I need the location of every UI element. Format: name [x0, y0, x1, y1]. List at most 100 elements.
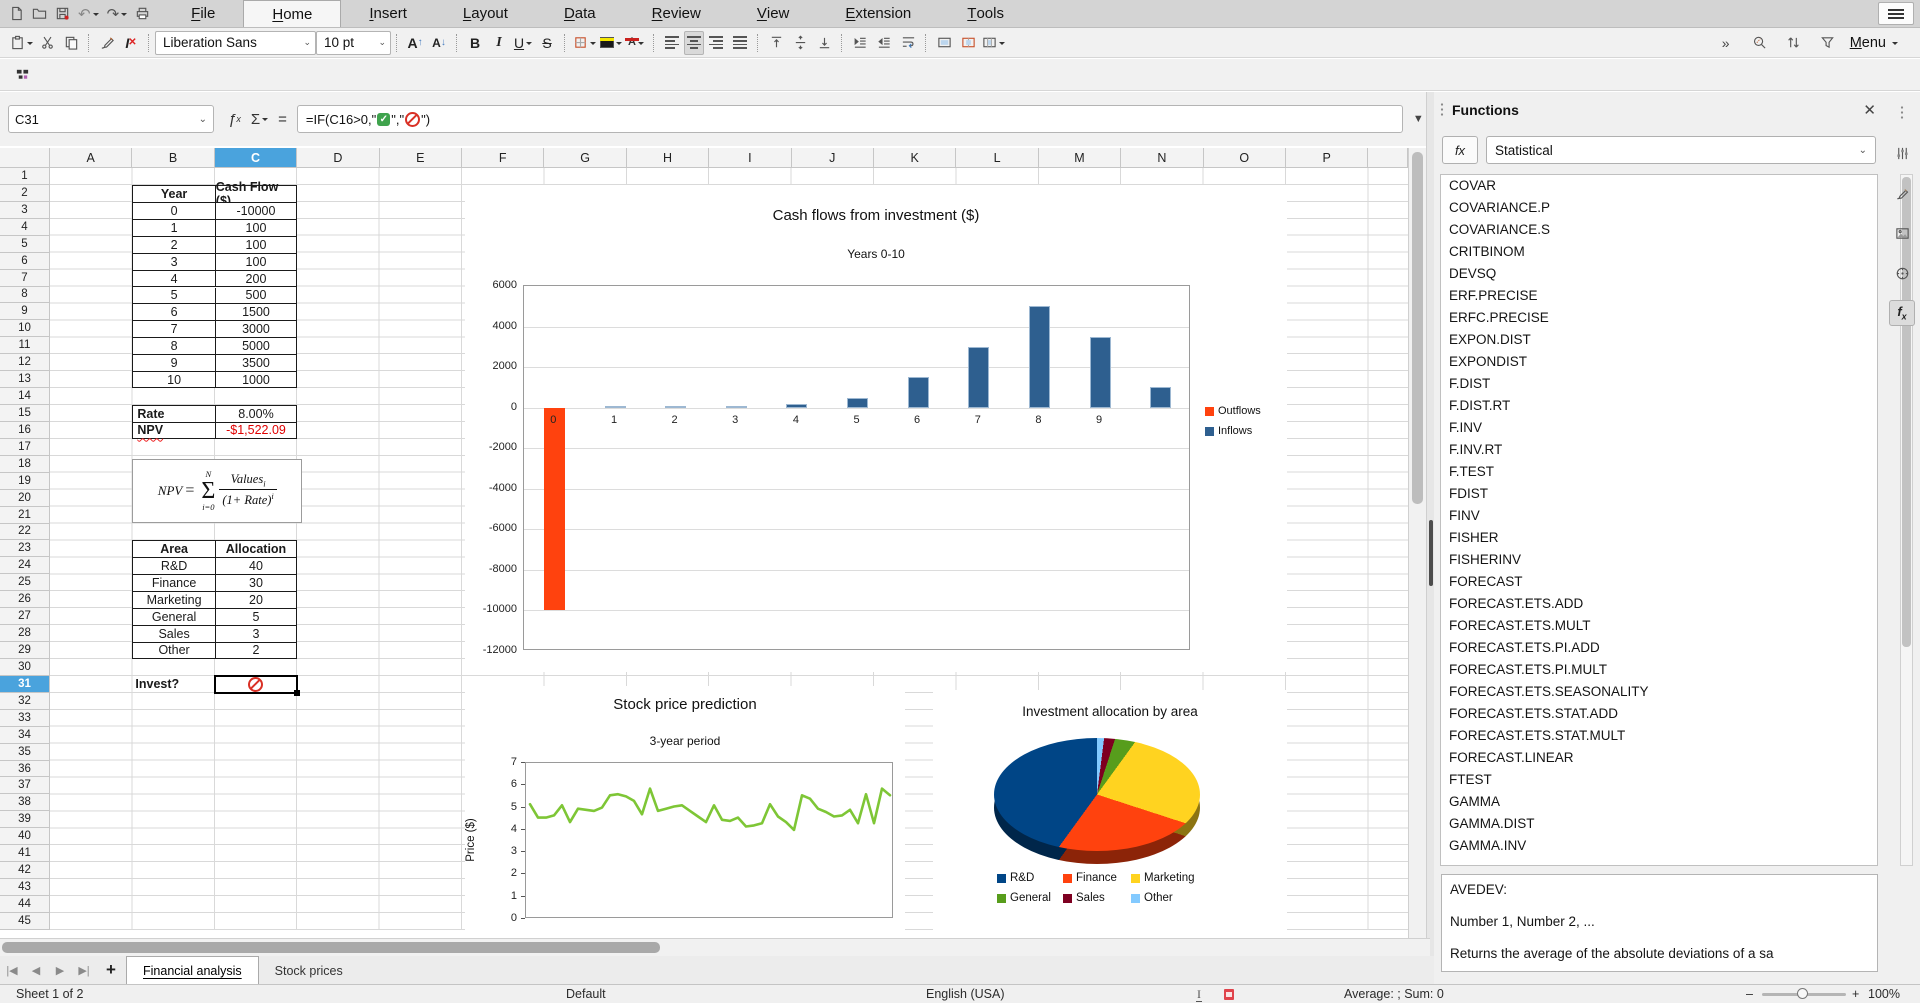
function-list-item[interactable]: FISHERINV: [1441, 549, 1877, 571]
menu-tab-insert[interactable]: Insert: [341, 0, 435, 27]
menu-tab-layout[interactable]: Layout: [435, 0, 536, 27]
menu-button[interactable]: Menu: [1850, 35, 1898, 51]
center-vertically-icon[interactable]: [788, 31, 812, 55]
row-header-36[interactable]: 36: [0, 761, 50, 778]
function-list-item[interactable]: FORECAST.ETS.PI.ADD: [1441, 637, 1877, 659]
grid-cell[interactable]: 1: [133, 220, 215, 237]
name-box[interactable]: C31 ⌄: [8, 105, 214, 133]
active-cell-c31[interactable]: [214, 675, 298, 694]
row-header-41[interactable]: 41: [0, 845, 50, 862]
clone-formatting-icon[interactable]: [95, 31, 119, 55]
function-list-item[interactable]: FORECAST.ETS.PI.MULT: [1441, 659, 1877, 681]
row-header-8[interactable]: 8: [0, 287, 50, 304]
row-header-45[interactable]: 45: [0, 913, 50, 930]
document-modified-icon[interactable]: [1224, 988, 1234, 1004]
hamburger-menu-icon[interactable]: [1878, 2, 1914, 25]
horizontal-scrollbar[interactable]: [0, 938, 1430, 956]
function-list-item[interactable]: FISHER: [1441, 527, 1877, 549]
column-header-J[interactable]: J: [792, 148, 874, 168]
grid-cell[interactable]: Cash Flow ($): [216, 186, 296, 203]
function-list-item[interactable]: FORECAST.ETS.STAT.MULT: [1441, 725, 1877, 747]
fill-handle[interactable]: [294, 690, 300, 696]
grid-cell[interactable]: 0: [133, 203, 215, 220]
grid-cell[interactable]: 20: [216, 592, 296, 609]
row-header-17[interactable]: 17: [0, 439, 50, 456]
grid-cell[interactable]: 10: [133, 372, 215, 387]
find-replace-icon[interactable]: [1748, 31, 1772, 55]
language[interactable]: English (USA): [926, 986, 1005, 1002]
column-header-C[interactable]: C: [215, 148, 297, 168]
grid-cell[interactable]: Other: [133, 643, 215, 658]
row-header-2[interactable]: 2: [0, 185, 50, 202]
row-header-34[interactable]: 34: [0, 727, 50, 744]
grid-cell[interactable]: 5000: [216, 338, 296, 355]
decrease-indent-icon[interactable]: [872, 31, 896, 55]
row-header-39[interactable]: 39: [0, 811, 50, 828]
function-list-item[interactable]: COVARIANCE.S: [1441, 219, 1877, 241]
merge-cells-all-icon[interactable]: [932, 31, 956, 55]
function-list-item[interactable]: COVARIANCE.P: [1441, 197, 1877, 219]
column-header-B[interactable]: B: [132, 148, 214, 168]
page-style[interactable]: Default: [566, 986, 606, 1002]
zoom-level[interactable]: 100%: [1868, 986, 1900, 1002]
column-header-K[interactable]: K: [874, 148, 956, 168]
last-sheet-icon[interactable]: ▶|: [72, 964, 96, 977]
navigator-icon[interactable]: [1889, 260, 1915, 286]
column-header-G[interactable]: G: [544, 148, 626, 168]
row-header-14[interactable]: 14: [0, 388, 50, 405]
next-sheet-icon[interactable]: ▶: [48, 964, 72, 977]
close-icon[interactable]: ✕: [1863, 101, 1876, 119]
row-header-43[interactable]: 43: [0, 879, 50, 896]
align-top-icon[interactable]: [764, 31, 788, 55]
function-wizard-button[interactable]: fx: [1442, 136, 1478, 164]
row-header-13[interactable]: 13: [0, 371, 50, 388]
row-header-21[interactable]: 21: [0, 507, 50, 524]
column-header-N[interactable]: N: [1121, 148, 1203, 168]
grid-cell[interactable]: NPV: [133, 423, 215, 438]
grid-cell[interactable]: General: [133, 609, 215, 626]
menu-tab-extension[interactable]: Extension: [817, 0, 939, 27]
function-wizard-icon[interactable]: ƒx: [228, 111, 241, 128]
properties-icon[interactable]: [1889, 140, 1915, 166]
column-header-H[interactable]: H: [627, 148, 709, 168]
select-all-corner[interactable]: [0, 148, 50, 168]
row-header-15[interactable]: 15: [0, 405, 50, 422]
grid-cell[interactable]: 30: [216, 575, 296, 592]
row-header-33[interactable]: 33: [0, 710, 50, 727]
grid-cell[interactable]: 100: [216, 254, 296, 271]
justify-icon[interactable]: [728, 31, 752, 55]
function-list-item[interactable]: F.DIST: [1441, 373, 1877, 395]
row-header-30[interactable]: 30: [0, 659, 50, 676]
wrap-text-icon[interactable]: [896, 31, 920, 55]
sheet-tab-stock-prices[interactable]: Stock prices: [259, 957, 359, 984]
font-color-icon[interactable]: A: [624, 31, 648, 55]
pie-chart-object[interactable]: Investment allocation by area R&DFinance…: [933, 690, 1287, 938]
row-header-19[interactable]: 19: [0, 473, 50, 490]
grid-cell[interactable]: Sales: [133, 626, 215, 643]
grid-cell[interactable]: 8: [133, 338, 215, 355]
row-header-6[interactable]: 6: [0, 253, 50, 270]
formula-input[interactable]: =IF(C16>0,"✓",""): [297, 105, 1403, 133]
panel-drag-handle-icon[interactable]: [1440, 102, 1444, 118]
zoom-slider-thumb[interactable]: [1797, 988, 1808, 999]
grid-cell[interactable]: 5: [133, 288, 215, 305]
row-header-12[interactable]: 12: [0, 354, 50, 371]
align-right-icon[interactable]: [704, 31, 728, 55]
column-header-P[interactable]: P: [1286, 148, 1368, 168]
grid-cell[interactable]: Allocation: [216, 541, 296, 558]
column-header-E[interactable]: E: [380, 148, 462, 168]
bold-icon[interactable]: B: [463, 31, 487, 55]
grid-cell[interactable]: 100: [216, 237, 296, 254]
align-center-icon[interactable]: [684, 31, 704, 55]
row-header-24[interactable]: 24: [0, 557, 50, 574]
functions-icon[interactable]: fx: [1889, 300, 1915, 326]
row-header-5[interactable]: 5: [0, 236, 50, 253]
grid-cell[interactable]: 9: [133, 355, 215, 372]
row-header-22[interactable]: 22: [0, 524, 50, 541]
gallery-icon[interactable]: [1889, 220, 1915, 246]
row-header-3[interactable]: 3: [0, 202, 50, 219]
function-list-item[interactable]: F.TEST: [1441, 461, 1877, 483]
row-header-29[interactable]: 29: [0, 642, 50, 659]
zoom-in-icon[interactable]: +: [1852, 986, 1859, 1002]
row-header-1[interactable]: 1: [0, 168, 50, 185]
